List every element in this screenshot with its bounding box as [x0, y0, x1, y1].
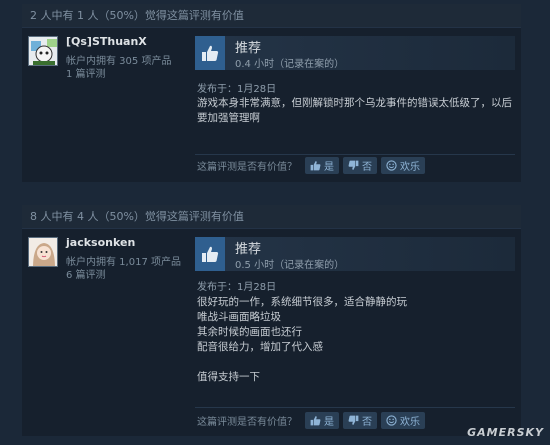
vote-no-button[interactable]: 否: [343, 412, 377, 429]
avatar-image: [29, 238, 57, 266]
helpful-vote-row: 这篇评测是否有价值？ 是 否 欢乐: [197, 157, 429, 174]
thumbs-up-icon: [195, 36, 225, 70]
helpful-vote-row: 这篇评测是否有价值？ 是 否 欢乐: [197, 412, 429, 429]
verdict-label: 推荐: [235, 41, 262, 56]
vote-funny-label: 欢乐: [400, 417, 420, 428]
vote-no-label: 否: [362, 162, 372, 173]
review-page: 2 人中有 1 人（50%）觉得这篇评测有价值 [Qs]SThuanX 帐户内拥…: [0, 0, 550, 445]
verdict-label: 推荐: [235, 242, 262, 257]
review-line: 值得支持一下: [197, 371, 260, 383]
review-line: 其余时候的画面也还行: [197, 326, 302, 338]
vote-header[interactable]: 推荐 0.4 小时（记录在案的）: [195, 36, 515, 70]
smiley-icon: [386, 160, 397, 171]
hours-played: 0.5 小时（记录在案的）: [235, 260, 345, 271]
watermark: GAMERSKY: [467, 426, 544, 439]
thumbs-down-icon: [348, 415, 359, 425]
review-line: 很好玩的一作，系统细节很多，适合静静的玩: [197, 296, 407, 308]
author-name[interactable]: jacksonken: [66, 236, 135, 249]
vote-funny-label: 欢乐: [400, 162, 420, 173]
review-body: 很好玩的一作，系统细节很多，适合静静的玩 唯战斗画面略垃圾 其余时候的画面也还行…: [197, 295, 517, 385]
vote-yes-label: 是: [324, 417, 334, 428]
vote-funny-button[interactable]: 欢乐: [381, 157, 425, 174]
vote-yes-button[interactable]: 是: [305, 157, 339, 174]
thumbs-up-icon: [310, 161, 321, 171]
posted-date: 发布于：1月28日: [197, 282, 277, 293]
vote-no-label: 否: [362, 417, 372, 428]
thumbs-up-icon: [310, 416, 321, 426]
author-review-count[interactable]: 6 篇评测: [66, 266, 106, 281]
review-line: 要加强管理啊: [197, 112, 260, 124]
review-body: 游戏本身非常满意，但刚解锁时那个乌龙事件的错误太低级了，以后 要加强管理啊: [197, 96, 517, 126]
review-line: 游戏本身非常满意，但刚解锁时那个乌龙事件的错误太低级了，以后: [197, 97, 512, 109]
author-name[interactable]: [Qs]SThuanX: [66, 35, 147, 48]
divider: [195, 407, 515, 408]
review-line: [197, 355, 517, 370]
review-line: 唯战斗画面略垃圾: [197, 311, 281, 323]
review-card: 8 人中有 4 人（50%）觉得这篇评测有价值 jacksonken 帐户内拥有…: [22, 205, 521, 436]
posted-date: 发布于：1月28日: [197, 84, 277, 95]
vote-no-button[interactable]: 否: [343, 157, 377, 174]
avatar[interactable]: [28, 36, 58, 66]
helpful-question: 这篇评测是否有价值？: [197, 162, 297, 173]
thumbs-up-icon: [195, 237, 225, 271]
helpful-summary: 2 人中有 1 人（50%）觉得这篇评测有价值: [22, 4, 521, 28]
smiley-icon: [386, 415, 397, 426]
divider: [195, 154, 515, 155]
vote-yes-button[interactable]: 是: [305, 412, 339, 429]
vote-yes-label: 是: [324, 162, 334, 173]
author-review-count[interactable]: 1 篇评测: [66, 65, 106, 80]
helpful-question: 这篇评测是否有价值？: [197, 417, 297, 428]
vote-funny-button[interactable]: 欢乐: [381, 412, 425, 429]
vote-header[interactable]: 推荐 0.5 小时（记录在案的）: [195, 237, 515, 271]
review-card: 2 人中有 1 人（50%）觉得这篇评测有价值 [Qs]SThuanX 帐户内拥…: [22, 4, 521, 182]
helpful-summary: 8 人中有 4 人（50%）觉得这篇评测有价值: [22, 205, 521, 229]
avatar[interactable]: [28, 237, 58, 267]
hours-played: 0.4 小时（记录在案的）: [235, 59, 345, 70]
review-line: 配音很给力，增加了代入感: [197, 341, 323, 353]
thumbs-down-icon: [348, 160, 359, 170]
avatar-image: [29, 37, 57, 65]
